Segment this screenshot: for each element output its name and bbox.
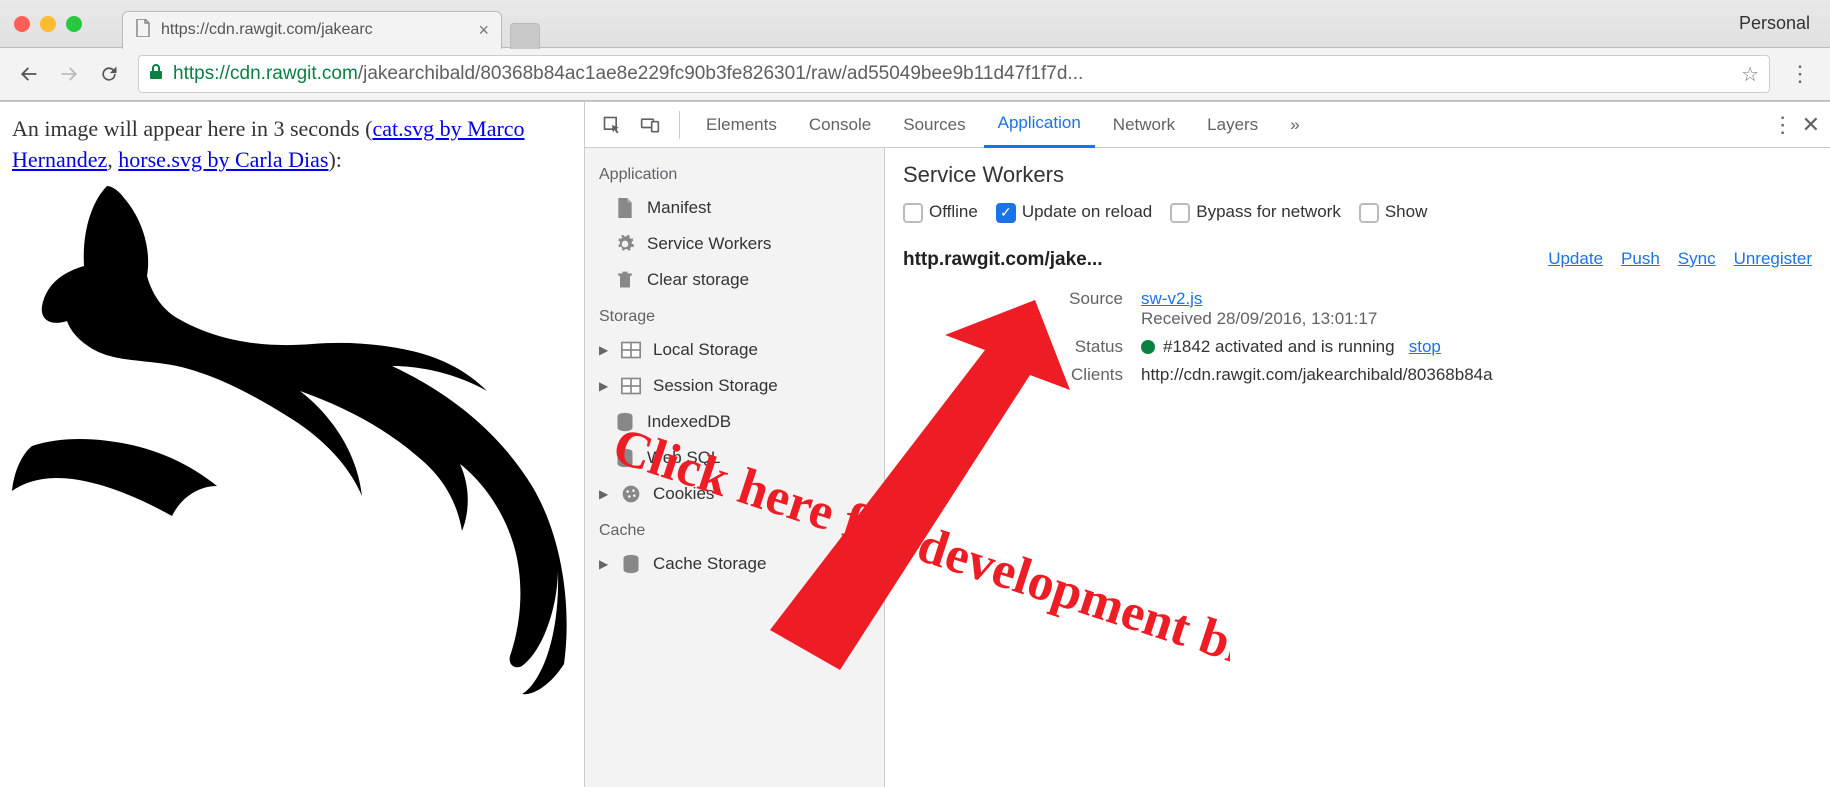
sw-action-push[interactable]: Push xyxy=(1621,249,1660,269)
checkbox-offline[interactable]: Offline xyxy=(903,202,978,223)
sw-source-link[interactable]: sw-v2.js xyxy=(1141,289,1202,308)
tab-title: https://cdn.rawgit.com/jakearc xyxy=(161,21,472,39)
reload-button[interactable] xyxy=(92,57,126,91)
table-icon xyxy=(621,377,641,395)
sw-action-unregister[interactable]: Unregister xyxy=(1734,249,1812,269)
devtools-menu-icon[interactable]: ⋮ xyxy=(1772,112,1794,138)
sidebar-item-indexeddb[interactable]: IndexedDB xyxy=(585,404,884,440)
link-horse-svg[interactable]: horse.svg by Carla Dias xyxy=(118,147,328,172)
sw-options-row: Offline ✓Update on reload Bypass for net… xyxy=(903,202,1812,223)
sw-action-sync[interactable]: Sync xyxy=(1678,249,1716,269)
database-icon xyxy=(615,448,635,468)
bookmark-star-icon[interactable]: ☆ xyxy=(1741,62,1759,87)
device-toolbar-icon[interactable] xyxy=(633,108,667,142)
tab-strip: https://cdn.rawgit.com/jakearc × xyxy=(122,0,540,48)
sidebar-item-cookies[interactable]: ▶ Cookies xyxy=(585,476,884,512)
window-controls xyxy=(14,16,82,32)
database-icon xyxy=(621,554,641,574)
sw-origin-row: http.rawgit.com/jake... Update Push Sync… xyxy=(903,249,1812,271)
panel-title: Service Workers xyxy=(903,162,1812,188)
close-tab-icon[interactable]: × xyxy=(478,20,489,41)
sidebar-group-storage: Storage xyxy=(585,298,884,332)
expand-icon: ▶ xyxy=(599,487,609,501)
tab-application[interactable]: Application xyxy=(984,102,1095,148)
sw-stop-link[interactable]: stop xyxy=(1409,337,1441,356)
sidebar-group-cache: Cache xyxy=(585,512,884,546)
tab-network[interactable]: Network xyxy=(1099,102,1189,148)
sw-action-update[interactable]: Update xyxy=(1548,249,1603,269)
devtools-tabbar: Elements Console Sources Application Net… xyxy=(585,102,1830,148)
table-icon xyxy=(621,341,641,359)
sidebar-item-manifest[interactable]: Manifest xyxy=(585,190,884,226)
devtools-sidebar: Application Manifest Service Workers Cle… xyxy=(585,148,885,787)
sidebar-item-cache-storage[interactable]: ▶ Cache Storage xyxy=(585,546,884,582)
page-icon xyxy=(135,19,151,42)
horse-image xyxy=(12,176,572,696)
content-area: An image will appear here in 3 seconds (… xyxy=(0,101,1830,787)
expand-icon: ▶ xyxy=(599,379,609,393)
sw-actions: Update Push Sync Unregister xyxy=(1548,249,1812,269)
sidebar-item-local-storage[interactable]: ▶ Local Storage xyxy=(585,332,884,368)
checkbox-bypass-for-network[interactable]: Bypass for network xyxy=(1170,202,1341,223)
sw-origin: http.rawgit.com/jake... xyxy=(903,249,1103,271)
new-tab-button[interactable] xyxy=(510,23,540,49)
devtools-body: Application Manifest Service Workers Cle… xyxy=(585,148,1830,787)
browser-chrome: https://cdn.rawgit.com/jakearc × Persona… xyxy=(0,0,1830,101)
sw-clients-text: http://cdn.rawgit.com/jakearchibald/8036… xyxy=(1141,365,1493,385)
forward-button[interactable] xyxy=(52,57,86,91)
sidebar-item-web-sql[interactable]: Web SQL xyxy=(585,440,884,476)
lock-icon xyxy=(149,64,163,85)
close-window-button[interactable] xyxy=(14,16,30,32)
status-dot-icon xyxy=(1141,340,1155,354)
sw-details: Source sw-v2.js Received 28/09/2016, 13:… xyxy=(903,289,1812,385)
cookie-icon xyxy=(621,484,641,504)
inspect-element-icon[interactable] xyxy=(595,108,629,142)
browser-menu-icon[interactable]: ⋮ xyxy=(1782,61,1818,87)
sw-status-text: #1842 activated and is running xyxy=(1163,337,1395,356)
rendered-page: An image will appear here in 3 seconds (… xyxy=(0,102,585,787)
sw-source-label: Source xyxy=(1033,289,1123,309)
checkbox-update-on-reload[interactable]: ✓Update on reload xyxy=(996,202,1152,223)
devtools-main: Service Workers Offline ✓Update on reloa… xyxy=(885,148,1830,787)
sidebar-group-application: Application xyxy=(585,156,884,190)
sidebar-item-service-workers[interactable]: Service Workers xyxy=(585,226,884,262)
sw-status-label: Status xyxy=(1033,337,1123,357)
tab-sources[interactable]: Sources xyxy=(889,102,979,148)
devtools-close-icon[interactable]: ✕ xyxy=(1802,112,1820,138)
file-icon xyxy=(615,198,635,218)
trash-icon xyxy=(615,270,635,290)
tab-layers[interactable]: Layers xyxy=(1193,102,1272,148)
minimize-window-button[interactable] xyxy=(40,16,56,32)
titlebar: https://cdn.rawgit.com/jakearc × Persona… xyxy=(0,0,1830,48)
back-button[interactable] xyxy=(12,57,46,91)
toolbar: https://cdn.rawgit.com/jakearchibald/803… xyxy=(0,48,1830,100)
expand-icon: ▶ xyxy=(599,343,609,357)
sidebar-item-clear-storage[interactable]: Clear storage xyxy=(585,262,884,298)
checkbox-show-all[interactable]: Show xyxy=(1359,202,1428,223)
page-paragraph: An image will appear here in 3 seconds (… xyxy=(12,114,572,176)
maximize-window-button[interactable] xyxy=(66,16,82,32)
database-icon xyxy=(615,412,635,432)
url-text: https://cdn.rawgit.com/jakearchibald/803… xyxy=(173,63,1083,85)
address-bar[interactable]: https://cdn.rawgit.com/jakearchibald/803… xyxy=(138,55,1770,93)
expand-icon: ▶ xyxy=(599,557,609,571)
sw-clients-label: Clients xyxy=(1033,365,1123,385)
gear-icon xyxy=(615,234,635,254)
tab-elements[interactable]: Elements xyxy=(692,102,791,148)
browser-tab[interactable]: https://cdn.rawgit.com/jakearc × xyxy=(122,11,502,49)
tab-console[interactable]: Console xyxy=(795,102,885,148)
devtools-panel: Elements Console Sources Application Net… xyxy=(585,102,1830,787)
tab-overflow[interactable]: » xyxy=(1276,102,1313,148)
profile-label[interactable]: Personal xyxy=(1739,13,1810,34)
sw-received: Received 28/09/2016, 13:01:17 xyxy=(1141,309,1377,328)
sidebar-item-session-storage[interactable]: ▶ Session Storage xyxy=(585,368,884,404)
